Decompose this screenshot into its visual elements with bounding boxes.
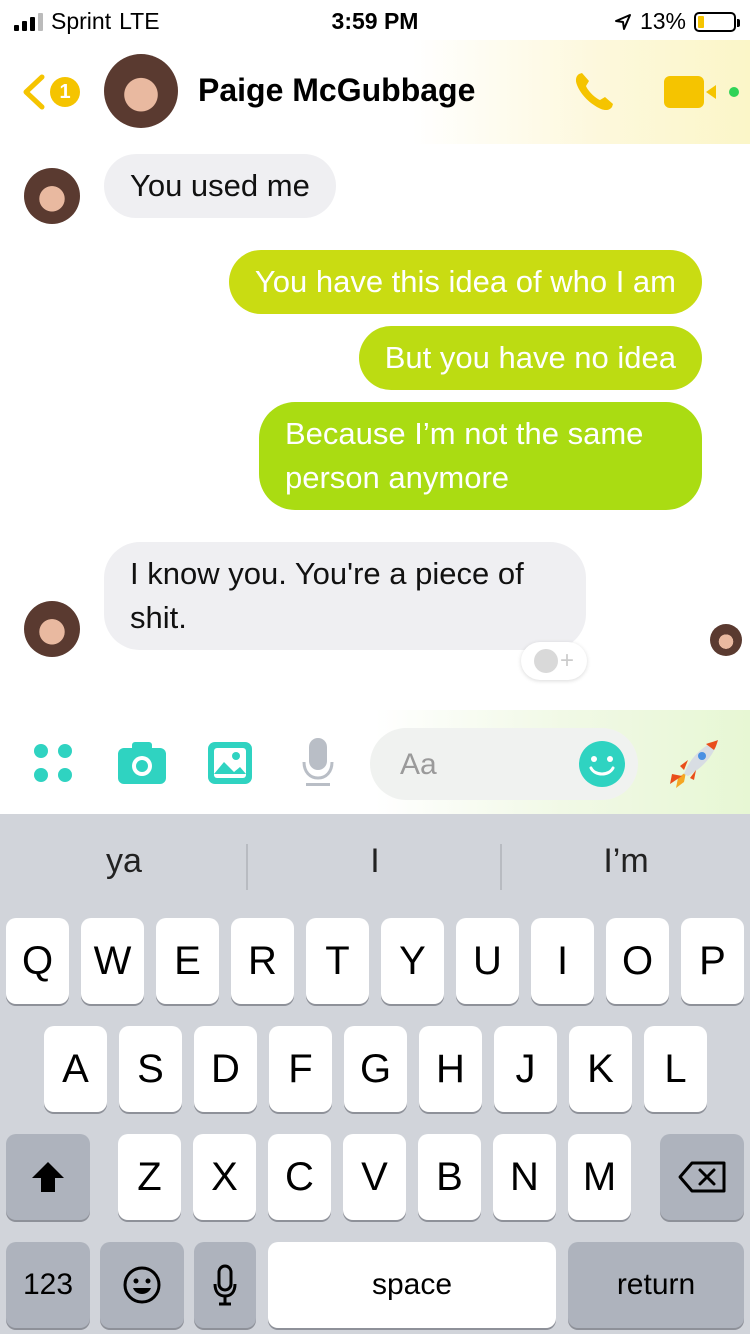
predictive-bar: ya I I’m	[0, 814, 750, 918]
reaction-smiley-icon	[533, 649, 558, 673]
key-b[interactable]: B	[418, 1134, 481, 1220]
message-input-placeholder: Aa	[400, 748, 437, 781]
message-text-line: Because I’m not the same	[285, 416, 644, 451]
message-text: You have this idea of who I am	[254, 264, 676, 299]
add-reaction-button[interactable]: +	[521, 642, 587, 680]
chevron-left-icon	[23, 74, 45, 110]
key-v[interactable]: V	[343, 1134, 406, 1220]
message-text-line: person anymore	[285, 460, 510, 495]
message-text-line: I know you. You're a piece of	[130, 556, 524, 591]
image-icon[interactable]	[206, 740, 254, 786]
key-g[interactable]: G	[344, 1026, 407, 1112]
camera-icon[interactable]	[116, 740, 168, 786]
smiley-icon[interactable]	[578, 740, 626, 788]
suggestion-1[interactable]: ya	[0, 842, 248, 881]
plus-icon: +	[559, 647, 574, 674]
phone-icon[interactable]	[570, 68, 618, 116]
battery-percent: 13%	[639, 8, 686, 34]
status-right: 13%	[614, 8, 740, 35]
return-key[interactable]: return	[568, 1242, 744, 1328]
key-q[interactable]: Q	[6, 918, 69, 1004]
suggestion-2[interactable]: I	[251, 842, 499, 881]
microphone-icon	[213, 1264, 237, 1306]
apps-grid-icon[interactable]	[32, 742, 74, 784]
composer-bar: Aa	[0, 710, 750, 814]
message-bubble-outgoing[interactable]: Because I’m not the same person anymore	[259, 402, 702, 510]
message-bubble-incoming[interactable]: You used me	[104, 154, 336, 218]
location-arrow-icon	[614, 13, 631, 30]
key-u[interactable]: U	[456, 918, 519, 1004]
key-j[interactable]: J	[494, 1026, 557, 1112]
shift-key[interactable]	[6, 1134, 90, 1220]
rocket-icon[interactable]	[666, 738, 722, 790]
sender-avatar[interactable]	[24, 168, 80, 224]
microphone-icon[interactable]	[300, 736, 336, 790]
emoji-face-icon	[123, 1266, 161, 1304]
message-bubble-outgoing[interactable]: You have this idea of who I am	[228, 250, 702, 314]
delete-key[interactable]	[660, 1134, 744, 1220]
key-h[interactable]: H	[419, 1026, 482, 1112]
space-key[interactable]: space	[268, 1242, 556, 1328]
key-e[interactable]: E	[156, 918, 219, 1004]
key-r[interactable]: R	[231, 918, 294, 1004]
suggestion-3[interactable]: I’m	[502, 842, 750, 881]
key-t[interactable]: T	[306, 918, 369, 1004]
key-k[interactable]: K	[569, 1026, 632, 1112]
key-a[interactable]: A	[44, 1026, 107, 1112]
key-z[interactable]: Z	[118, 1134, 181, 1220]
key-p[interactable]: P	[681, 918, 744, 1004]
keyboard: ya I I’m 123 space return QWERTYUIOPASDF…	[0, 814, 750, 1334]
battery-icon	[694, 11, 740, 32]
key-y[interactable]: Y	[381, 918, 444, 1004]
contact-name[interactable]: Paige McGubbage	[198, 72, 475, 109]
message-bubble-outgoing[interactable]: But you have no idea	[358, 326, 702, 390]
video-camera-icon[interactable]	[662, 74, 742, 110]
key-m[interactable]: M	[568, 1134, 631, 1220]
key-n[interactable]: N	[493, 1134, 556, 1220]
shift-icon	[32, 1162, 64, 1192]
key-o[interactable]: O	[606, 918, 669, 1004]
dictation-key[interactable]	[194, 1242, 256, 1328]
key-c[interactable]: C	[268, 1134, 331, 1220]
message-text-line: shit.	[130, 600, 187, 635]
key-d[interactable]: D	[194, 1026, 257, 1112]
message-text: You used me	[130, 168, 310, 203]
status-bar: Sprint LTE 3:59 PM 13%	[0, 0, 750, 40]
key-w[interactable]: W	[81, 918, 144, 1004]
emoji-key[interactable]	[100, 1242, 184, 1328]
message-text: But you have no idea	[384, 340, 676, 375]
key-l[interactable]: L	[644, 1026, 707, 1112]
seen-receipt-avatar	[710, 624, 742, 656]
key-i[interactable]: I	[531, 918, 594, 1004]
conversation-header: 1 Paige McGubbage	[0, 40, 750, 144]
contact-avatar[interactable]	[104, 54, 178, 128]
backspace-icon	[678, 1161, 726, 1193]
message-bubble-incoming[interactable]: I know you. You're a piece of shit.	[104, 542, 586, 650]
unread-badge: 1	[50, 77, 80, 107]
sender-avatar[interactable]	[24, 601, 80, 657]
key-x[interactable]: X	[193, 1134, 256, 1220]
back-button[interactable]: 1	[20, 74, 80, 110]
key-s[interactable]: S	[119, 1026, 182, 1112]
numbers-key[interactable]: 123	[6, 1242, 90, 1328]
key-f[interactable]: F	[269, 1026, 332, 1112]
